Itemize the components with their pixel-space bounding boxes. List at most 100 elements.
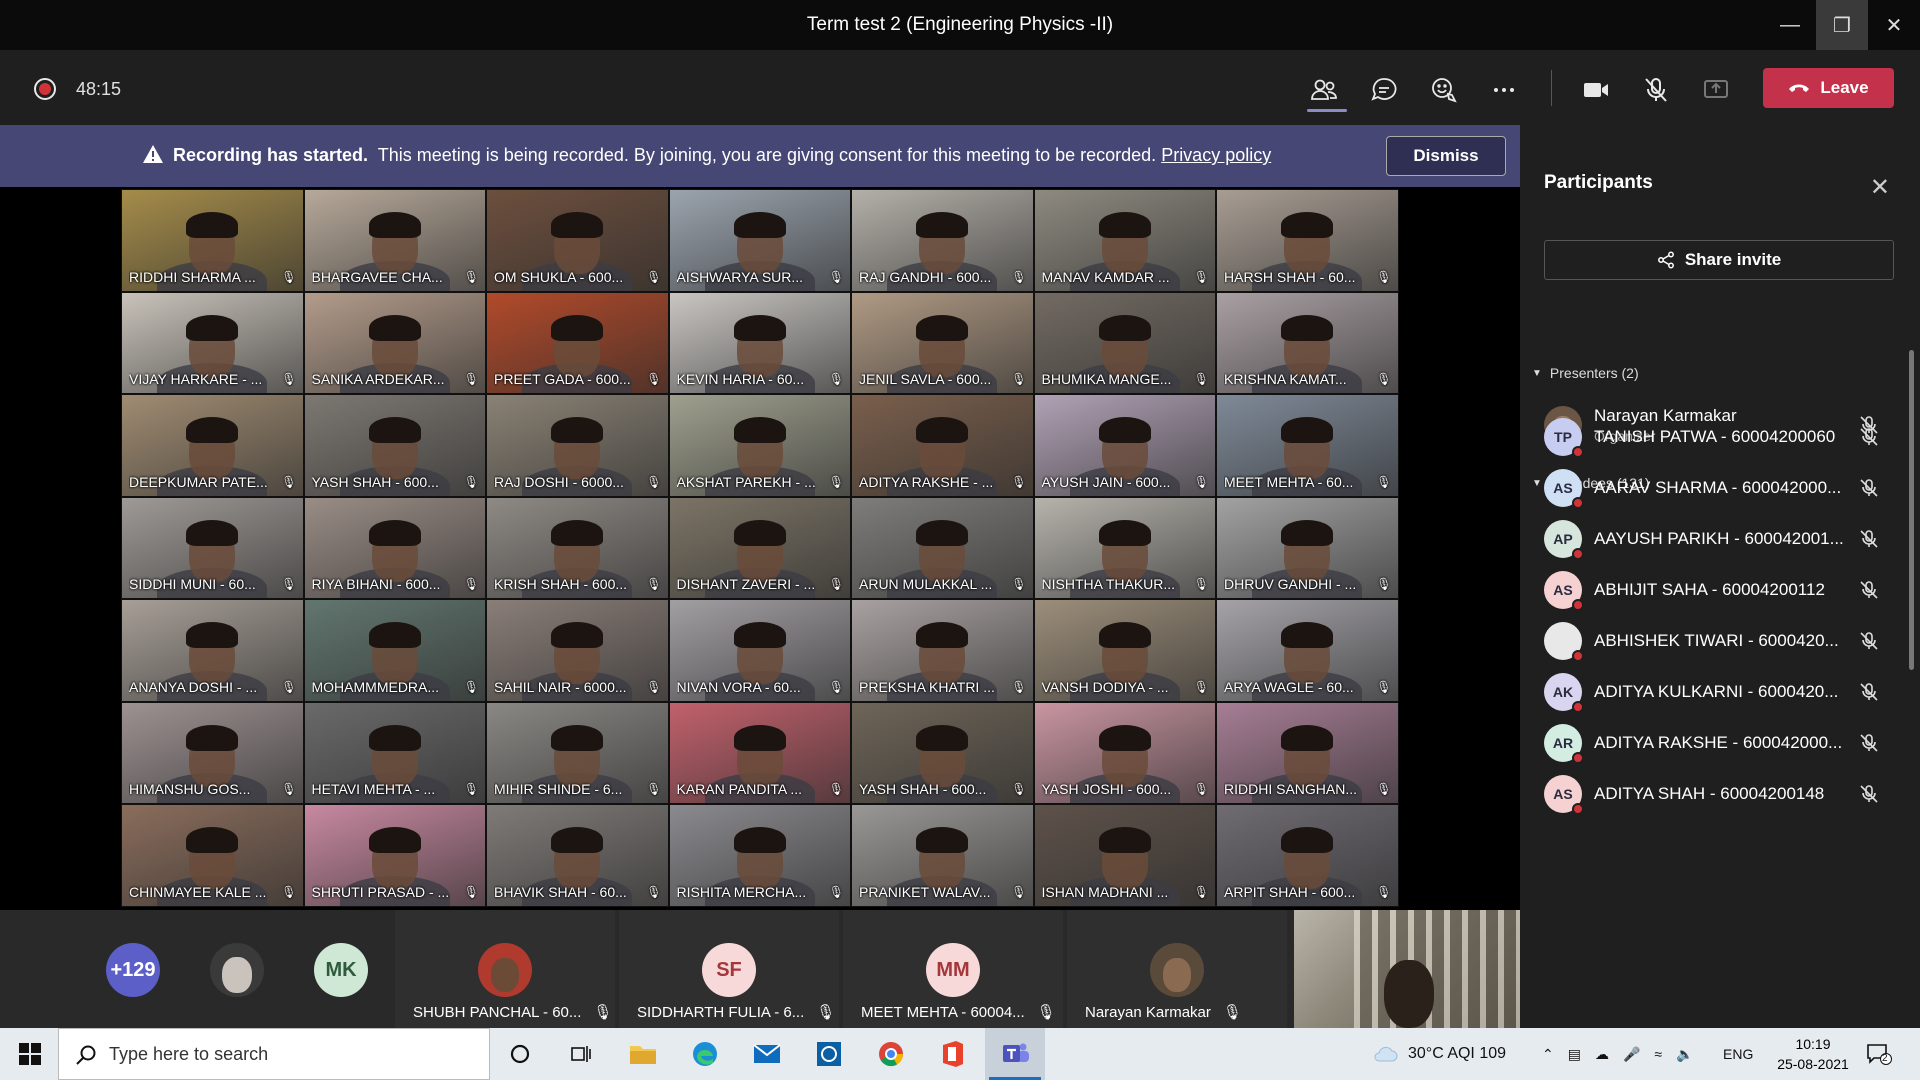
video-tile[interactable]: MOHAMMMEDRA... 🎙 — [303, 599, 486, 702]
video-tile[interactable]: AKSHAT PAREKH - ... 🎙 — [668, 394, 851, 497]
attendee-row[interactable]: ABHISHEK TIWARI - 6000420... — [1544, 616, 1894, 666]
video-tile[interactable]: SHRUTI PRASAD - ... 🎙 — [303, 804, 486, 907]
video-tile[interactable]: KARAN PANDITA ... 🎙 — [668, 701, 851, 804]
participants-icon[interactable] — [1306, 72, 1342, 108]
video-tile[interactable]: ANANYA DOSHI - ... 🎙 — [121, 599, 304, 702]
video-tile[interactable]: RIYA BIHANI - 600... 🎙 — [303, 496, 486, 599]
video-tile[interactable]: ARUN MULAKKAL ... 🎙 — [851, 496, 1034, 599]
presenters-section-toggle[interactable]: ▼ Presenters (2) — [1532, 365, 1639, 381]
video-tile[interactable]: HARSH SHAH - 60... 🎙 — [1216, 189, 1399, 292]
video-tile-name: DHRUV GANDHI - ... 🎙 — [1224, 576, 1392, 592]
video-tile[interactable]: SIDDHI MUNI - 60... 🎙 — [121, 496, 304, 599]
video-tile[interactable]: NISHTHA THAKUR... 🎙 — [1033, 496, 1216, 599]
video-tile[interactable]: HETAVI MEHTA - ... 🎙 — [303, 701, 486, 804]
wifi-icon[interactable]: ≈ — [1654, 1046, 1662, 1062]
onedrive-icon[interactable]: ☁ — [1595, 1046, 1609, 1063]
video-tile[interactable]: RAJ GANDHI - 600... 🎙 — [851, 189, 1034, 292]
video-tile[interactable]: PREKSHA KHATRI ... 🎙 — [851, 599, 1034, 702]
task-view-icon[interactable] — [562, 1036, 598, 1072]
video-tile[interactable]: VIJAY HARKARE - ... 🎙 — [121, 291, 304, 394]
video-tile[interactable]: ARPIT SHAH - 600... 🎙 — [1216, 804, 1399, 907]
share-screen-icon[interactable] — [1698, 72, 1734, 108]
video-tile[interactable]: DISHANT ZAVERI - ... 🎙 — [668, 496, 851, 599]
reactions-icon[interactable] — [1426, 72, 1462, 108]
mail-icon[interactable] — [749, 1036, 785, 1072]
participant-hair — [916, 827, 969, 853]
tile-name-text: PRANIKET WALAV... — [859, 883, 991, 900]
video-tile[interactable]: SANIKA ARDEKAR... 🎙 — [303, 291, 486, 394]
teams-icon[interactable] — [997, 1036, 1033, 1072]
video-tile[interactable]: BHUMIKA MANGE... 🎙 — [1033, 291, 1216, 394]
device-icon[interactable]: ▤ — [1568, 1046, 1581, 1063]
video-tile[interactable]: CHINMAYEE KALE ... 🎙 — [121, 804, 304, 907]
attendee-row[interactable]: TP TANISH PATWA - 60004200060 — [1544, 412, 1894, 462]
video-tile[interactable]: BHARGAVEE CHA... 🎙 — [303, 189, 486, 292]
video-tile[interactable]: AYUSH JAIN - 600... 🎙 — [1033, 394, 1216, 497]
video-tile[interactable]: KRISHNA KAMAT... 🎙 — [1216, 291, 1399, 394]
attendee-row[interactable]: AP AAYUSH PARIKH - 600042001... — [1544, 514, 1894, 564]
attendee-row[interactable]: AR ADITYA RAKSHE - 600042000... — [1544, 718, 1894, 768]
overflow-count-badge[interactable]: +129 — [106, 943, 160, 997]
video-tile[interactable]: YASH SHAH - 600... 🎙 — [303, 394, 486, 497]
video-tile[interactable]: YASH JOSHI - 600... 🎙 — [1033, 701, 1216, 804]
video-tile[interactable]: HIMANSHU GOS... 🎙 — [121, 701, 304, 804]
file-explorer-icon[interactable] — [625, 1036, 661, 1072]
video-tile[interactable]: PREET GADA - 600... 🎙 — [486, 291, 669, 394]
cortana-icon[interactable] — [502, 1036, 538, 1072]
video-tile[interactable]: OM SHUKLA - 600... 🎙 — [486, 189, 669, 292]
notifications-icon[interactable]: 2 — [1866, 1028, 1892, 1080]
attendee-row[interactable]: AS ADITYA SHAH - 60004200148 — [1544, 769, 1894, 819]
attendee-row[interactable]: AS AARAV SHARMA - 600042000... — [1544, 463, 1894, 513]
video-tile[interactable]: KRISH SHAH - 600... 🎙 — [486, 496, 669, 599]
video-tile[interactable]: RISHITA MERCHA... 🎙 — [668, 804, 851, 907]
chrome-icon[interactable] — [873, 1036, 909, 1072]
video-tile[interactable]: SAHIL NAIR - 6000... 🎙 — [486, 599, 669, 702]
dell-app-icon[interactable] — [811, 1036, 847, 1072]
video-tile[interactable]: VANSH DODIYA - ... 🎙 — [1033, 599, 1216, 702]
video-tile[interactable]: DEEPKUMAR PATE... 🎙 — [121, 394, 304, 497]
close-window-button[interactable]: ✕ — [1868, 0, 1920, 50]
video-tile[interactable]: RAJ DOSHI - 6000... 🎙 — [486, 394, 669, 497]
video-tile[interactable]: ADITYA RAKSHE - ... 🎙 — [851, 394, 1034, 497]
avatar-initials: AS — [1553, 786, 1573, 802]
more-options-icon[interactable] — [1486, 72, 1522, 108]
video-tile[interactable]: MIHIR SHINDE - 6... 🎙 — [486, 701, 669, 804]
taskbar-search-box[interactable]: Type here to search — [58, 1028, 490, 1080]
office-icon[interactable] — [935, 1036, 971, 1072]
video-tile[interactable]: AISHWARYA SUR... 🎙 — [668, 189, 851, 292]
video-tile[interactable]: PRANIKET WALAV... 🎙 — [851, 804, 1034, 907]
share-invite-button[interactable]: Share invite — [1544, 240, 1894, 280]
video-tile[interactable]: ARYA WAGLE - 60... 🎙 — [1216, 599, 1399, 702]
chevron-up-icon[interactable]: ⌃ — [1542, 1046, 1554, 1063]
video-tile[interactable]: RIDDHI SHARMA ... 🎙 — [121, 189, 304, 292]
video-tile[interactable]: JENIL SAVLA - 600... 🎙 — [851, 291, 1034, 394]
video-tile[interactable]: ISHAN MADHANI ... 🎙 — [1033, 804, 1216, 907]
video-tile[interactable]: BHAVIK SHAH - 60... 🎙 — [486, 804, 669, 907]
attendee-row[interactable]: AS ABHIJIT SAHA - 60004200112 — [1544, 565, 1894, 615]
leave-button[interactable]: Leave — [1763, 68, 1894, 108]
video-tile[interactable]: DHRUV GANDHI - ... 🎙 — [1216, 496, 1399, 599]
taskbar-clock[interactable]: 10:19 25-08-2021 — [1776, 1034, 1850, 1074]
close-panel-icon[interactable]: ✕ — [1870, 173, 1890, 202]
weather-widget[interactable]: 30°C AQI 109 — [1372, 1028, 1506, 1080]
panel-scrollbar[interactable] — [1909, 350, 1914, 670]
attendee-row[interactable]: AK ADITYA KULKARNI - 6000420... — [1544, 667, 1894, 717]
video-tile[interactable]: NIVAN VORA - 60... 🎙 — [668, 599, 851, 702]
microphone-icon[interactable]: 🎤 — [1623, 1046, 1640, 1063]
restore-button[interactable]: ❐ — [1816, 0, 1868, 50]
video-tile[interactable]: MEET MEHTA - 60... 🎙 — [1216, 394, 1399, 497]
windows-start-icon[interactable] — [10, 1038, 50, 1070]
video-tile[interactable]: MANAV KAMDAR ... 🎙 — [1033, 189, 1216, 292]
video-tile[interactable]: RIDDHI SANGHAN... 🎙 — [1216, 701, 1399, 804]
privacy-policy-link[interactable]: Privacy policy — [1161, 145, 1271, 165]
language-indicator[interactable]: ENG — [1723, 1028, 1753, 1080]
dismiss-button[interactable]: Dismiss — [1386, 136, 1506, 176]
mic-muted-icon[interactable] — [1638, 72, 1674, 108]
video-tile[interactable]: YASH SHAH - 600... 🎙 — [851, 701, 1034, 804]
minimize-button[interactable]: — — [1764, 0, 1816, 50]
edge-browser-icon[interactable] — [687, 1036, 723, 1072]
video-tile[interactable]: KEVIN HARIA - 60... 🎙 — [668, 291, 851, 394]
volume-icon[interactable]: 🔈 — [1676, 1046, 1693, 1063]
chat-icon[interactable] — [1366, 72, 1402, 108]
camera-icon[interactable] — [1578, 72, 1614, 108]
